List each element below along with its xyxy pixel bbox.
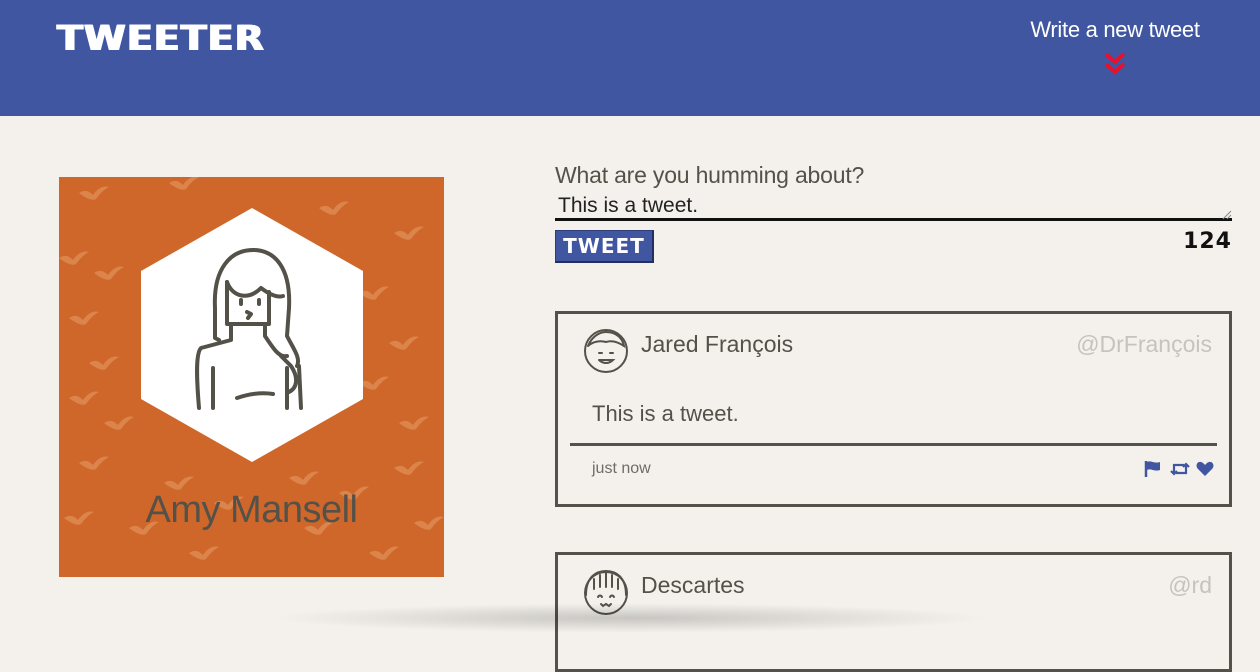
write-new-tweet-toggle[interactable]: Write a new tweet	[1020, 14, 1210, 84]
tweet-card: Jared François @DrFrançois This is a twe…	[555, 311, 1232, 507]
nav-bar: TWEETER Write a new tweet	[0, 0, 1260, 116]
flag-icon[interactable]	[1144, 460, 1162, 478]
app-logo[interactable]: TWEETER	[57, 18, 265, 58]
tweet-author-name: Jared François	[641, 331, 794, 357]
tweet-divider	[570, 443, 1217, 446]
heart-icon[interactable]	[1196, 460, 1214, 478]
double-chevron-down-icon	[1104, 52, 1126, 75]
tweet-actions	[1144, 460, 1214, 478]
compose-label: What are you humming about?	[555, 162, 865, 188]
tweet-content: This is a tweet.	[592, 401, 739, 426]
profile-name: Amy Mansell	[145, 489, 359, 531]
tweet-author-name: Descartes	[641, 572, 745, 598]
user-avatar-long-hair-icon	[141, 208, 363, 462]
scroll-shadow	[270, 603, 990, 633]
tweet-timestamp: just now	[592, 460, 651, 477]
tweet-text-input[interactable]: This is a tweet.	[555, 191, 1232, 221]
character-counter: 124	[1183, 229, 1232, 254]
profile-card: Amy Mansell	[59, 177, 444, 577]
write-new-tweet-label: Write a new tweet	[1030, 17, 1200, 42]
retweet-icon[interactable]	[1170, 460, 1190, 478]
resize-grip-icon[interactable]	[1222, 210, 1232, 220]
tweet-author-handle: @rd	[1168, 572, 1212, 598]
tweet-author-handle: @DrFrançois	[1076, 331, 1212, 357]
tweet-submit-button[interactable]: TWEET	[555, 230, 654, 263]
user-avatar-icon	[584, 329, 628, 373]
